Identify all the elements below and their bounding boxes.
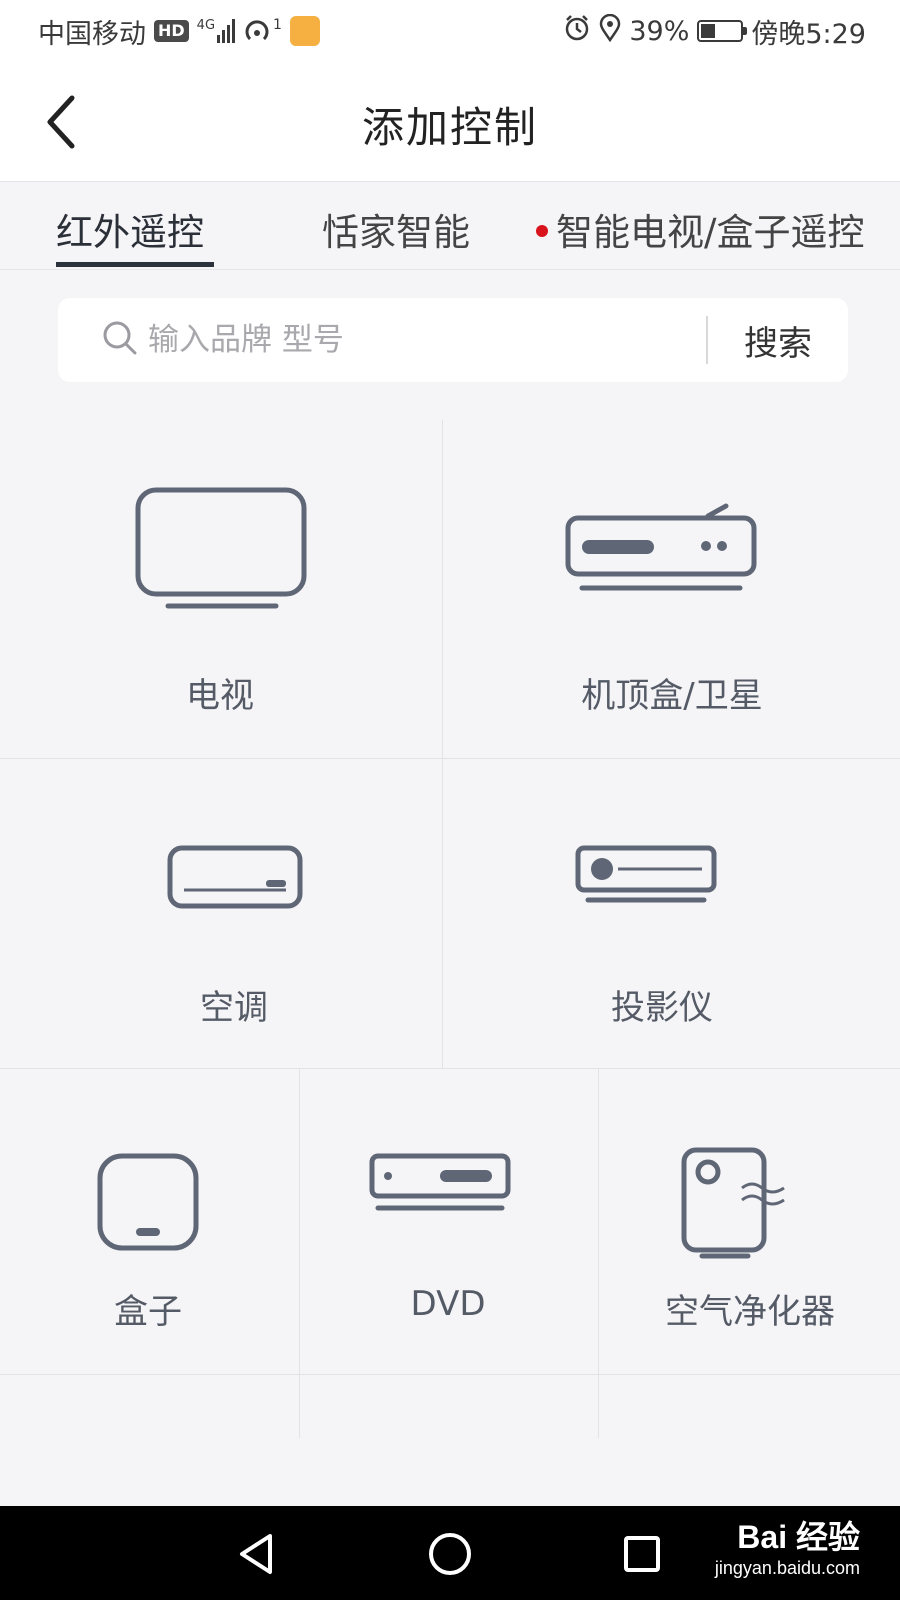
device-tv[interactable]: 电视 bbox=[0, 420, 440, 758]
tab-infrared-remote[interactable]: 红外遥控 bbox=[56, 202, 204, 256]
device-dvd[interactable]: DVD bbox=[302, 1072, 594, 1372]
hotspot-count: 1 bbox=[273, 17, 282, 33]
set-top-box-icon bbox=[565, 503, 757, 591]
device-label: 投影仪 bbox=[611, 988, 713, 1028]
dvd-icon bbox=[369, 1153, 511, 1211]
tab-smart-tv-box-label: 智能电视/盒子遥控 bbox=[556, 211, 865, 254]
device-box[interactable]: 盒子 bbox=[0, 1072, 296, 1372]
back-triangle-icon bbox=[240, 1534, 272, 1574]
device-label: 盒子 bbox=[114, 1292, 182, 1332]
box-icon bbox=[97, 1153, 199, 1251]
status-time: 傍晚5:29 bbox=[751, 18, 866, 50]
grid-divider bbox=[442, 420, 443, 1068]
watermark-logo: Bai 经验 bbox=[737, 1519, 860, 1555]
network-type: 4G bbox=[196, 18, 216, 33]
tab-bar: 红外遥控 恬家智能 智能电视/盒子遥控 bbox=[0, 182, 900, 270]
projector-icon bbox=[575, 845, 717, 903]
device-air-conditioner[interactable]: 空调 bbox=[0, 760, 440, 1066]
battery-charging-icon bbox=[697, 20, 748, 42]
device-set-top-box[interactable]: 机顶盒/卫星 bbox=[444, 420, 900, 758]
device-label: 机顶盒/卫星 bbox=[581, 676, 763, 716]
grid-divider bbox=[598, 1068, 599, 1438]
hotspot-icon: 1 bbox=[243, 17, 282, 45]
device-label: 空调 bbox=[200, 988, 268, 1028]
grid-divider bbox=[0, 758, 900, 759]
header: 添加控制 bbox=[0, 62, 900, 182]
device-air-purifier[interactable]: 空气净化器 bbox=[600, 1072, 900, 1372]
air-purifier-icon bbox=[681, 1147, 785, 1259]
new-badge-dot bbox=[536, 224, 548, 237]
status-bar: 中国移动 HD 4G 1 39% 傍晚5:29 bbox=[0, 0, 900, 62]
device-projector[interactable]: 投影仪 bbox=[444, 760, 900, 1066]
air-conditioner-icon bbox=[167, 845, 303, 909]
tab-smart-tv-box[interactable]: 智能电视/盒子遥控 bbox=[536, 202, 864, 256]
home-circle-icon bbox=[429, 1533, 471, 1575]
app-notification-icon bbox=[289, 16, 320, 46]
hd-icon: HD bbox=[154, 20, 189, 42]
tv-icon bbox=[135, 487, 307, 609]
grid-divider bbox=[0, 1068, 900, 1069]
grid-divider bbox=[299, 1068, 300, 1438]
status-left: 中国移动 HD 4G 1 bbox=[38, 12, 320, 51]
device-label: 电视 bbox=[186, 676, 254, 716]
page-title: 添加控制 bbox=[361, 103, 538, 152]
recents-square-icon bbox=[624, 1536, 660, 1572]
search-input[interactable] bbox=[148, 314, 688, 366]
watermark-url: jingyan.baidu.com bbox=[714, 1558, 860, 1578]
alarm-icon bbox=[563, 14, 591, 49]
baidu-watermark: Bai 经验 jingyan.baidu.com bbox=[715, 1512, 860, 1579]
location-icon bbox=[599, 13, 621, 49]
search-icon bbox=[103, 321, 137, 355]
status-right: 39% 傍晚5:29 bbox=[563, 12, 866, 51]
device-label: 空气净化器 bbox=[665, 1292, 835, 1332]
signal-icon: 4G bbox=[196, 18, 236, 43]
system-nav-bar: Bai 经验 jingyan.baidu.com bbox=[0, 1506, 900, 1600]
grid-divider bbox=[0, 1374, 900, 1375]
device-label: DVD bbox=[410, 1284, 486, 1324]
nav-home-button[interactable] bbox=[420, 1526, 480, 1582]
nav-back-button[interactable] bbox=[226, 1526, 286, 1582]
nav-recents-button[interactable] bbox=[612, 1526, 672, 1582]
search-button[interactable]: 搜索 bbox=[708, 298, 848, 382]
tab-tianjia-smart[interactable]: 恬家智能 bbox=[322, 202, 470, 256]
carrier-name: 中国移动 bbox=[38, 18, 146, 50]
search-bar: 搜索 bbox=[58, 298, 848, 382]
active-tab-indicator bbox=[56, 262, 214, 267]
battery-percent: 39% bbox=[629, 15, 690, 47]
